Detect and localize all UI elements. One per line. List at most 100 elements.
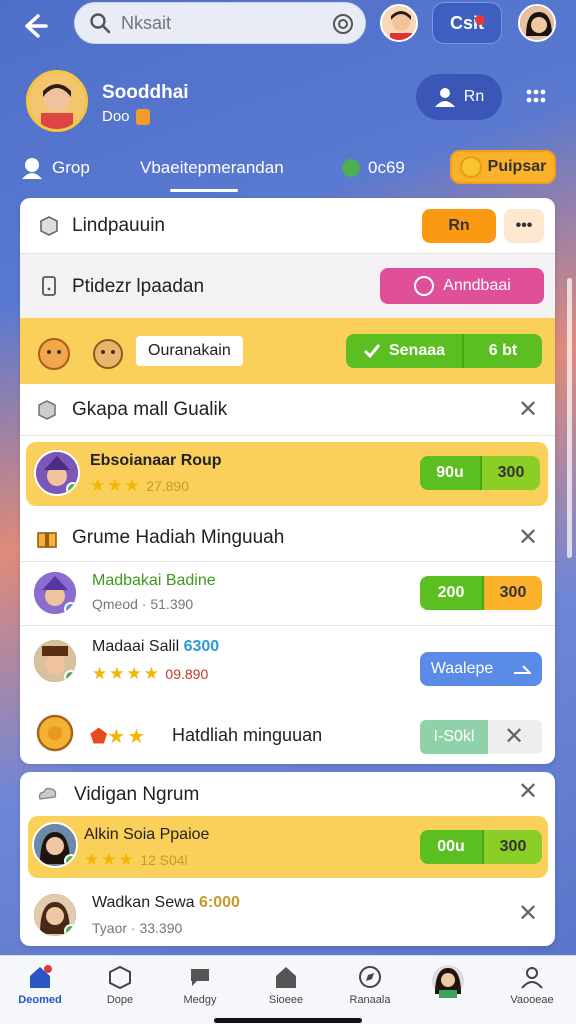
- close-icon[interactable]: ✕: [518, 526, 538, 550]
- player-meta: Qmeod · 51.390: [92, 596, 194, 612]
- row-title: Lindpauuin: [72, 215, 165, 236]
- person-avatar-icon: [382, 6, 416, 40]
- tab-group[interactable]: Grop: [20, 148, 90, 188]
- close-button[interactable]: ✕: [488, 720, 542, 754]
- score-a-label: 200: [437, 584, 465, 601]
- table-row[interactable]: Wadkan Sewa 6:000 Tyaor · 33.390 ✕: [20, 882, 555, 946]
- table-row[interactable]: Alkin Soia Ppaioe ★★★ 12 S04l 00u 300: [28, 816, 548, 878]
- section-title: Vidigan Ngrum: [74, 784, 200, 805]
- back-button[interactable]: [18, 10, 50, 42]
- table-row[interactable]: Ebsoianaar Roup ★★★ 27.890 90u 300: [26, 442, 548, 506]
- premium-label: Puipsar: [487, 158, 547, 175]
- camera-icon[interactable]: [331, 12, 355, 36]
- green-button-secondary-label: 6 bt: [488, 342, 518, 359]
- shield-icon: ⬟: [90, 726, 108, 748]
- green-button[interactable]: Senaaa: [346, 334, 464, 368]
- chip: Ouranakain: [136, 336, 243, 366]
- close-icon[interactable]: ✕: [518, 902, 538, 926]
- player-name-line: Wadkan Sewa 6:000: [92, 894, 240, 912]
- scrollbar[interactable]: [567, 278, 572, 558]
- box-icon: [109, 965, 131, 990]
- nav-label: Sioeee: [268, 994, 304, 1006]
- person-avatar-icon: [29, 73, 85, 129]
- search-bar[interactable]: [74, 2, 366, 44]
- profile-avatar[interactable]: [518, 4, 556, 42]
- search-input[interactable]: [121, 12, 321, 34]
- nav-house[interactable]: Sioeee: [254, 964, 318, 1014]
- badge-icon: [135, 109, 150, 126]
- verified-icon: [64, 924, 76, 936]
- score-a[interactable]: 90u: [420, 456, 482, 490]
- table-row[interactable]: Madbakai Badine Qmeod · 51.390 200 300: [20, 562, 555, 626]
- home-indicator: [214, 1018, 362, 1023]
- close-icon[interactable]: ✕: [504, 725, 524, 749]
- search-icon: [90, 13, 111, 34]
- nav-box[interactable]: Dope: [88, 964, 152, 1014]
- score-b[interactable]: 300: [484, 830, 542, 864]
- close-icon[interactable]: ✕: [518, 780, 538, 804]
- more-options-button[interactable]: [524, 84, 548, 109]
- player-name: Madaai Salil: [92, 638, 180, 655]
- player-meta: 09.890: [165, 666, 209, 682]
- section-title: Gkapa mall Gualik: [72, 399, 228, 420]
- profile-avatar-large[interactable]: [26, 70, 88, 132]
- stars-icon: ★★★: [90, 476, 142, 495]
- chat-icon: [191, 969, 209, 986]
- nav-home[interactable]: Deomed: [8, 964, 72, 1014]
- score-b-label: 300: [499, 838, 527, 855]
- gift-icon: [37, 532, 57, 548]
- player-meta: Tyaor · 33.390: [92, 920, 183, 936]
- avatar: [32, 892, 78, 938]
- profile-sub-label: Doo: [102, 108, 130, 125]
- compass-icon: [359, 966, 381, 988]
- nav-label: Vaooeae: [510, 994, 554, 1006]
- list-item[interactable]: Lindpauuin Rn •••: [20, 198, 555, 254]
- section-title: Grume Hadiah Minguuah: [72, 527, 285, 548]
- score-buttons[interactable]: 90u 300: [420, 456, 540, 490]
- online-dot-icon: [342, 159, 360, 177]
- tab-active[interactable]: Vbaeitepmerandan: [140, 148, 284, 192]
- score-a-label: 90u: [436, 464, 464, 481]
- green-button-label: Senaaa: [388, 342, 446, 359]
- green-button-group[interactable]: Senaaa 6 bt: [346, 334, 542, 368]
- player-tag: 6300: [183, 638, 220, 655]
- nav-profile[interactable]: [416, 964, 480, 1014]
- grid-dots-icon: [526, 89, 546, 103]
- follow-button[interactable]: Rn: [416, 74, 502, 120]
- secondary-card: Vidigan Ngrum ✕ Alkin Soia Ppaioe ★★★ 12…: [20, 772, 555, 946]
- nav-people[interactable]: Vaooeae: [500, 964, 564, 1014]
- rating: ★★★ 12 S04l: [84, 850, 188, 870]
- row-title: Ptidezr lpaadan: [72, 276, 205, 297]
- score-a[interactable]: 200: [420, 576, 484, 610]
- score-buttons[interactable]: 00u 300: [420, 830, 542, 864]
- score-a[interactable]: 00u: [420, 830, 484, 864]
- verified-icon: [64, 602, 76, 614]
- score-b[interactable]: 300: [484, 576, 542, 610]
- group-icon: [434, 88, 455, 107]
- pink-button[interactable]: Anndbaai: [380, 268, 544, 304]
- notifications-button[interactable]: Csit: [432, 2, 502, 44]
- tab-online[interactable]: 0c69: [342, 148, 405, 188]
- green-soft-button[interactable]: I-S0kl: [420, 720, 488, 754]
- list-item[interactable]: Ptidezr lpaadan Anndbaai: [20, 254, 555, 318]
- rating: ★★★ 27.890: [90, 476, 189, 496]
- nav-label: Medgy: [183, 994, 217, 1006]
- score-buttons[interactable]: 200 300: [420, 576, 542, 610]
- table-row[interactable]: Madaai Salil 6300 ★★★★ 09.890 Waalepe: [20, 626, 555, 698]
- blue-button-label: Waalepe: [430, 660, 494, 677]
- action-button[interactable]: Rn: [422, 209, 496, 243]
- premium-button[interactable]: Puipsar: [450, 150, 556, 184]
- nav-chat[interactable]: Medgy: [168, 964, 232, 1014]
- green-button-secondary[interactable]: 6 bt: [464, 334, 542, 368]
- more-button[interactable]: •••: [504, 209, 544, 243]
- player-name: Ebsoianaar Roup: [90, 452, 222, 469]
- bottom-navigation: Deomed Dope Medgy Sioeee Ranaala Vaooeae: [0, 955, 576, 1024]
- nav-compass[interactable]: Ranaala: [338, 964, 402, 1014]
- list-item[interactable]: ⬟★★ Hatdliah minguuan I-S0kl ✕: [20, 698, 555, 764]
- phone-icon: [42, 276, 56, 296]
- blue-button[interactable]: Waalepe: [420, 652, 542, 686]
- cloud-icon: [38, 787, 57, 800]
- score-b[interactable]: 300: [482, 456, 540, 490]
- close-icon[interactable]: ✕: [518, 398, 538, 422]
- avatar[interactable]: [380, 4, 418, 42]
